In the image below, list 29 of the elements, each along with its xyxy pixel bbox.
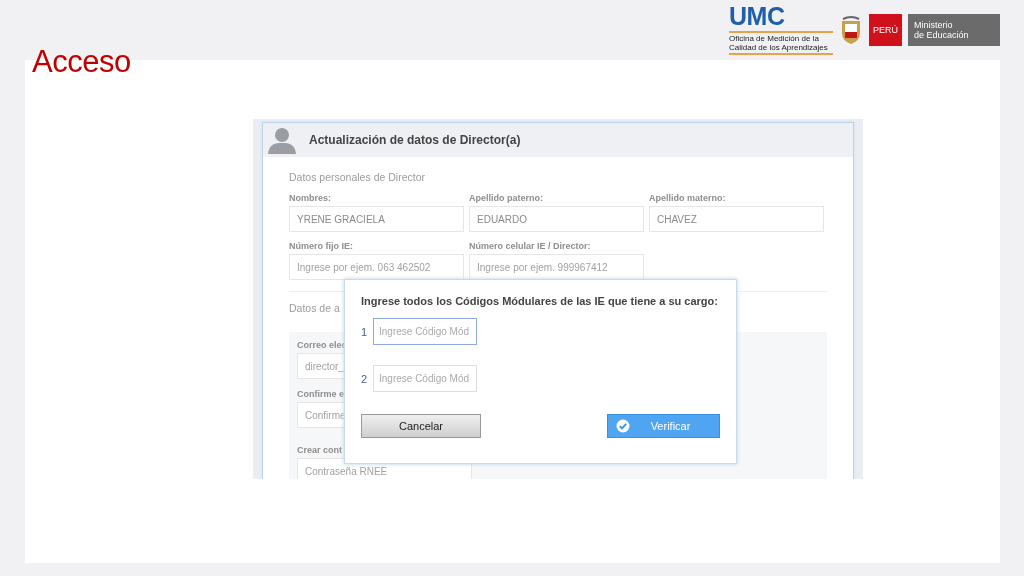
text-field[interactable]: EDUARDO	[469, 206, 644, 232]
field-label: Número fijo IE:	[289, 241, 354, 251]
check-circle-icon	[616, 419, 630, 433]
verify-button[interactable]: Verificar	[607, 414, 720, 438]
field-label: Apellido paterno:	[469, 193, 544, 203]
row-number: 1	[361, 325, 367, 338]
logo-subtitle: Oficina de Medición de la Calidad de los Aprendizajes	[729, 31, 833, 52]
cancel-button[interactable]: Cancelar	[361, 414, 481, 438]
text-field[interactable]: Ingrese por ejem. 063 462502	[289, 254, 464, 280]
ministry-logo: Ministerio de Educación	[908, 13, 1000, 46]
dialog-prompt: Ingrese todos los Códigos Módulares de las IE que tiene a su cargo:	[361, 295, 719, 307]
text-field[interactable]: CHAVEZ	[649, 206, 824, 232]
section-title: Datos personales de Director	[289, 171, 425, 183]
coat-of-arms-icon	[839, 14, 863, 45]
field-label: Número celular IE / Director:	[469, 241, 592, 251]
peru-logo: PERÚ	[869, 13, 902, 46]
field-label: Nombres:	[289, 193, 332, 203]
window-title: Actualización de datos de Director(a)	[309, 133, 521, 147]
row-number: 2	[361, 372, 367, 385]
text-field[interactable]: Ingrese por ejem. 999967412	[469, 254, 644, 280]
field-label: Crear cont	[297, 445, 343, 455]
slide-title: Acceso	[32, 44, 131, 80]
section-title: Datos de a	[289, 302, 340, 314]
umc-logo: UMC	[729, 4, 786, 29]
field-label: Confirme e	[297, 389, 345, 399]
user-avatar-icon	[267, 126, 297, 154]
text-field[interactable]: YRENE GRACIELA	[289, 206, 464, 232]
code-input-field[interactable]: Ingrese Código Mód	[373, 318, 477, 345]
field-label: Apellido materno:	[649, 193, 727, 203]
